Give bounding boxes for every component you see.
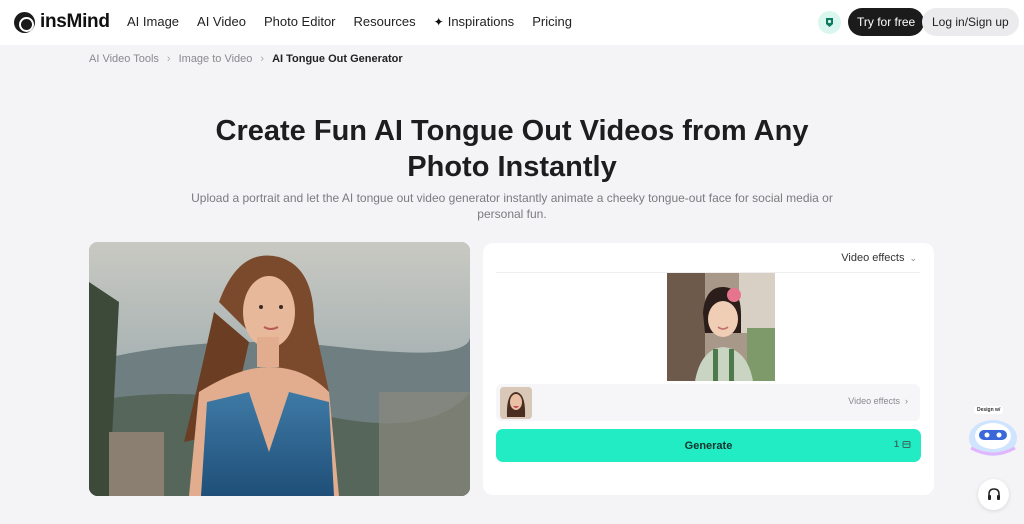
preview-area <box>496 272 920 381</box>
main-nav: AI Image AI Video Photo Editor Resources… <box>127 14 590 29</box>
rewards-glyph <box>826 18 833 27</box>
chevron-right-icon: › <box>260 53 265 65</box>
rewards-icon[interactable] <box>818 11 841 34</box>
uploaded-image-thumbnail[interactable] <box>500 387 532 419</box>
credit-icon <box>902 440 911 448</box>
portrait-illustration <box>89 242 470 496</box>
nav-photo-editor[interactable]: Photo Editor <box>264 14 336 29</box>
credit-cost-value: 1 <box>893 439 899 449</box>
preview-illustration <box>667 273 775 381</box>
headset-icon <box>987 487 1000 500</box>
design-assistant-mascot[interactable]: Design w/ <box>966 404 1020 460</box>
page-title-line2: Photo Instantly <box>407 151 617 183</box>
breadcrumb: AI Video Tools › Image to Video › AI Ton… <box>89 53 403 65</box>
video-effects-selector-label: Video effects <box>848 396 900 406</box>
uploaded-image-row[interactable]: Video effects › <box>496 384 920 421</box>
mascot-label: Design w/ <box>974 406 1004 414</box>
video-effects-dropdown[interactable]: Video effects ⌄ <box>841 252 917 264</box>
nav-inspirations[interactable]: ✦ Inspirations <box>434 14 515 29</box>
generate-button[interactable]: Generate 1 <box>496 429 921 462</box>
nav-ai-image[interactable]: AI Image <box>127 14 179 29</box>
chevron-right-icon: › <box>166 53 171 65</box>
nav-pricing[interactable]: Pricing <box>532 14 572 29</box>
chevron-right-icon: › <box>905 396 908 406</box>
login-signup-button[interactable]: Log in/Sign up <box>922 8 1019 36</box>
example-portrait-image <box>89 242 470 496</box>
video-effects-dropdown-label: Video effects <box>841 252 905 264</box>
chevron-down-icon: ⌄ <box>909 252 917 263</box>
video-effects-selector[interactable]: Video effects › <box>848 396 908 406</box>
page-title-line1: Create Fun AI Tongue Out Videos from Any <box>215 115 809 147</box>
logo-icon <box>14 11 35 33</box>
nav-ai-video[interactable]: AI Video <box>197 14 246 29</box>
logo-text: insMind <box>40 11 110 32</box>
breadcrumb-image-to-video[interactable]: Image to Video <box>179 53 253 65</box>
uploaded-illustration <box>500 387 532 419</box>
nav-resources[interactable]: Resources <box>354 14 416 29</box>
generate-button-label: Generate <box>684 439 733 452</box>
try-for-free-button[interactable]: Try for free <box>848 8 925 36</box>
breadcrumb-ai-video-tools[interactable]: AI Video Tools <box>89 53 159 65</box>
page-title: Create Fun AI Tongue Out Videos from Any… <box>0 113 1024 185</box>
breadcrumb-current: AI Tongue Out Generator <box>272 53 403 65</box>
page-subtitle: Upload a portrait and let the AI tongue … <box>191 191 833 221</box>
nav-inspirations-label: Inspirations <box>447 14 515 29</box>
preview-video-thumbnail[interactable] <box>667 273 775 381</box>
credit-cost: 1 <box>894 439 911 449</box>
sparkle-icon: ✦ <box>433 14 444 29</box>
support-button[interactable] <box>978 479 1009 510</box>
top-nav-bar: insMind AI Image AI Video Photo Editor R… <box>0 0 1024 45</box>
generator-panel: Video effects ⌄ Video effects › Generate… <box>483 243 934 495</box>
logo[interactable]: insMind <box>14 11 110 33</box>
